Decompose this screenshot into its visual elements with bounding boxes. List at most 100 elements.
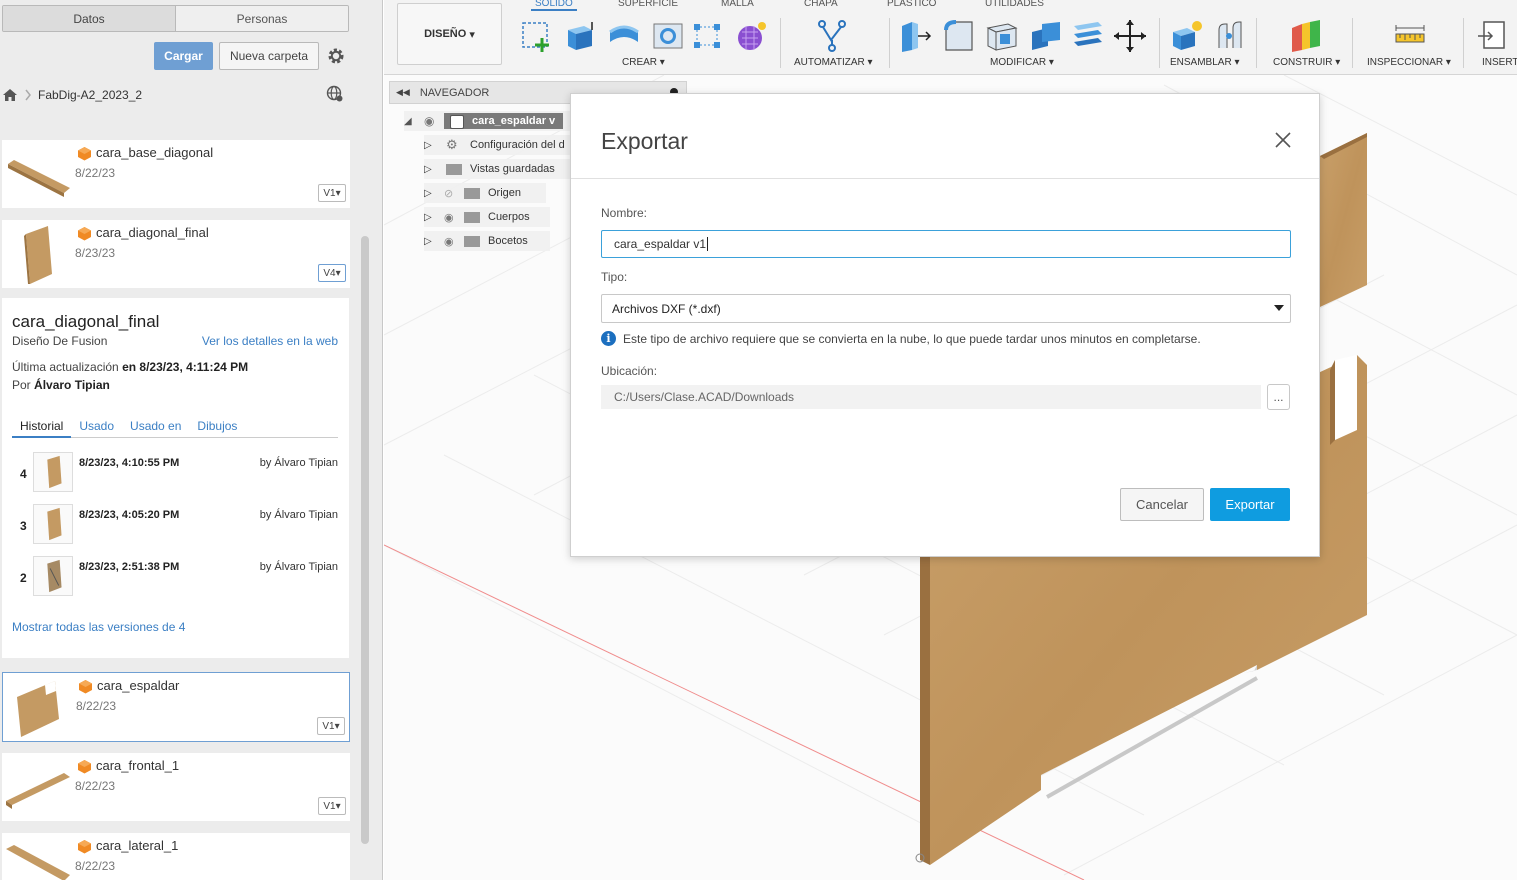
version-badge[interactable]: V1 ▾ — [318, 797, 346, 815]
insert-icon[interactable] — [1474, 18, 1510, 54]
version-time: 8/23/23, 4:10:55 PM — [79, 457, 180, 469]
home-icon[interactable] — [2, 88, 18, 102]
history-row[interactable]: 2 8/23/23, 2:51:38 PM by Álvaro Tipian — [12, 556, 338, 600]
eye-icon[interactable]: ◉ — [424, 114, 444, 128]
file-thumbnail — [17, 681, 59, 737]
new-component-icon[interactable] — [1169, 18, 1205, 54]
name-input[interactable]: cara_espaldar v1 — [601, 230, 1291, 258]
file-name[interactable]: cara_espaldar — [97, 678, 179, 693]
group-ensamblar[interactable]: ENSAMBLAR ▾ — [1170, 57, 1240, 68]
shell-icon[interactable] — [984, 18, 1020, 54]
group-insert[interactable]: INSERT — [1482, 57, 1517, 68]
extrude-icon[interactable] — [562, 18, 598, 54]
joint-icon[interactable] — [1213, 18, 1249, 54]
project-name[interactable]: FabDig-A2_2023_2 — [38, 88, 142, 102]
navigator-item[interactable]: ▷ ⊘ Origen — [424, 183, 546, 203]
version-number: 3 — [20, 519, 27, 533]
globe-gear-icon[interactable] — [326, 85, 344, 103]
design-cube-icon — [78, 147, 91, 161]
eye-icon[interactable]: ◉ — [444, 235, 464, 248]
version-time: 8/23/23, 2:51:38 PM — [79, 561, 180, 573]
history-row[interactable]: 4 8/23/23, 4:10:55 PM by Álvaro Tipian — [12, 452, 338, 496]
navigator-root[interactable]: ◢ ◉ cara_espaldar v — [404, 111, 570, 131]
pattern-icon[interactable] — [690, 18, 726, 54]
tab-datos[interactable]: Datos — [3, 6, 175, 31]
tab-dibujos[interactable]: Dibujos — [189, 419, 245, 438]
expand-icon[interactable]: ▷ — [424, 188, 436, 199]
eye-icon[interactable]: ◉ — [444, 211, 464, 224]
file-name[interactable]: cara_lateral_1 — [96, 838, 178, 853]
offset-face-icon[interactable] — [1070, 18, 1106, 54]
gear-icon[interactable] — [326, 46, 346, 66]
fillet-icon[interactable] — [942, 18, 978, 54]
browse-button[interactable]: ... — [1267, 384, 1290, 410]
expand-icon[interactable]: ◢ — [404, 116, 418, 127]
upload-button[interactable]: Cargar — [154, 42, 213, 70]
expand-icon[interactable]: ▷ — [424, 212, 436, 223]
version-badge[interactable]: V4 ▾ — [318, 264, 346, 282]
file-card[interactable]: cara_espaldar 8/22/23 V1 ▾ — [2, 672, 350, 742]
file-name[interactable]: cara_diagonal_final — [96, 225, 209, 240]
navigator-item[interactable]: ▷ ⚙ Configuración del d — [424, 135, 570, 155]
measure-icon[interactable] — [1392, 18, 1428, 54]
show-all-versions-link[interactable]: Mostrar todas las versiones de 4 — [12, 620, 185, 634]
group-modificar[interactable]: MODIFICAR ▾ — [990, 57, 1054, 68]
press-pull-icon[interactable] — [898, 18, 934, 54]
move-icon[interactable] — [1112, 18, 1148, 54]
revolve-icon[interactable] — [606, 18, 642, 54]
close-icon[interactable] — [1273, 130, 1293, 150]
tab-utilidades[interactable]: UTILIDADES — [985, 0, 1044, 9]
create-sketch-icon[interactable] — [518, 18, 554, 54]
automate-icon[interactable] — [814, 18, 850, 54]
tab-historial[interactable]: Historial — [12, 419, 72, 438]
group-construir[interactable]: CONSTRUIR ▾ — [1273, 57, 1340, 68]
version-badge[interactable]: V1 ▾ — [318, 184, 346, 202]
root-component[interactable]: cara_espaldar v — [444, 113, 564, 129]
tab-chapa[interactable]: CHAPA — [804, 0, 838, 9]
scrollbar[interactable] — [361, 236, 369, 844]
export-button[interactable]: Exportar — [1210, 488, 1290, 521]
file-card[interactable]: cara_frontal_1 8/22/23 V1 ▾ — [2, 753, 350, 821]
workspace-dropdown[interactable]: DISEÑO ▾ — [397, 3, 502, 65]
navigator-title: NAVEGADOR — [419, 86, 490, 99]
tab-plastico[interactable]: PLÁSTICO — [887, 0, 936, 9]
version-number: 2 — [20, 571, 27, 585]
tab-solido[interactable]: SÓLIDO — [531, 0, 577, 11]
view-on-web-link[interactable]: Ver los detalles en la web — [202, 334, 338, 348]
tab-usado[interactable]: Usado — [71, 419, 122, 438]
cancel-button[interactable]: Cancelar — [1120, 488, 1204, 521]
eye-hidden-icon[interactable]: ⊘ — [444, 187, 464, 200]
dialog-title: Exportar — [601, 128, 688, 154]
collapse-icon[interactable]: ◀◀ — [396, 87, 410, 98]
file-card[interactable]: cara_base_diagonal 8/22/23 V1 ▾ — [2, 140, 350, 208]
offset-plane-icon[interactable] — [1288, 18, 1324, 54]
version-badge[interactable]: V1 ▾ — [317, 717, 345, 735]
type-label: Tipo: — [601, 270, 628, 284]
group-inspeccionar[interactable]: INSPECCIONAR ▾ — [1367, 57, 1451, 68]
expand-icon[interactable]: ▷ — [424, 236, 436, 247]
file-card[interactable]: cara_diagonal_final 8/23/23 V4 ▾ — [2, 220, 350, 288]
gear-icon: ⚙ — [446, 137, 458, 152]
type-select[interactable]: Archivos DXF (*.dxf) — [601, 294, 1291, 323]
file-name[interactable]: cara_base_diagonal — [96, 145, 213, 160]
navigator-item[interactable]: ▷ ◉ Bocetos — [424, 231, 550, 251]
history-row[interactable]: 3 8/23/23, 4:05:20 PM by Álvaro Tipian — [12, 504, 338, 548]
expand-icon[interactable]: ▷ — [424, 164, 436, 175]
navigator-item[interactable]: ▷ Vistas guardadas — [424, 159, 570, 179]
create-form-icon[interactable] — [734, 18, 770, 54]
tab-superficie[interactable]: SUPERFICIE — [618, 0, 678, 9]
navigator-item[interactable]: ▷ ◉ Cuerpos — [424, 207, 550, 227]
tab-personas[interactable]: Personas — [175, 6, 348, 31]
version-author: by Álvaro Tipian — [259, 457, 338, 469]
group-crear[interactable]: CREAR ▾ — [622, 57, 665, 68]
combine-icon[interactable] — [1028, 18, 1064, 54]
file-card[interactable]: cara_lateral_1 8/22/23 — [2, 833, 350, 880]
group-automatizar[interactable]: AUTOMATIZAR ▾ — [794, 57, 873, 68]
new-folder-button[interactable]: Nueva carpeta — [219, 42, 319, 70]
file-name[interactable]: cara_frontal_1 — [96, 758, 179, 773]
tab-usado-en[interactable]: Usado en — [122, 419, 189, 438]
design-cube-icon — [78, 840, 91, 854]
tab-malla[interactable]: MALLA — [721, 0, 754, 9]
hole-icon[interactable] — [650, 18, 686, 54]
expand-icon[interactable]: ▷ — [424, 140, 436, 151]
